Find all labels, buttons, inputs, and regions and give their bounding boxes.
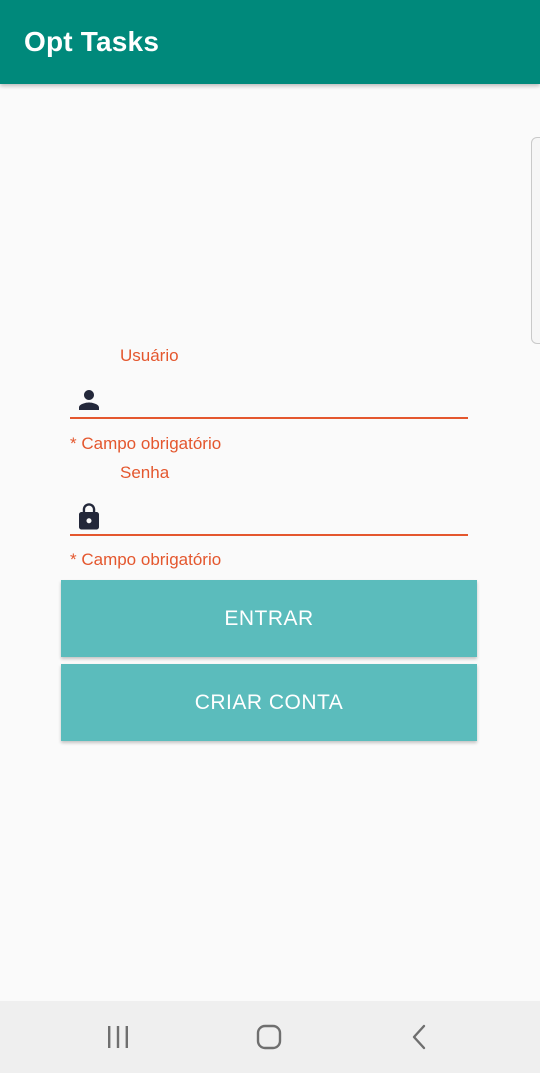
recents-button[interactable] <box>96 1017 140 1057</box>
back-icon <box>412 1024 426 1050</box>
lock-icon <box>79 503 99 530</box>
app-bar: Opt Tasks <box>0 0 540 84</box>
password-field: Senha <box>70 463 468 538</box>
create-account-button[interactable]: CRIAR CONTA <box>61 664 477 741</box>
username-helper-text: * Campo obrigatório <box>70 434 222 453</box>
person-icon <box>79 390 99 410</box>
username-input-row[interactable] <box>70 383 468 419</box>
login-button[interactable]: ENTRAR <box>61 580 477 657</box>
home-icon <box>256 1024 282 1050</box>
app-title: Opt Tasks <box>24 26 160 57</box>
username-label: Usuário <box>120 346 179 365</box>
password-label: Senha <box>120 463 170 482</box>
password-helper-text: * Campo obrigatório <box>70 550 222 569</box>
recents-icon <box>108 1026 128 1048</box>
password-input-row[interactable] <box>70 500 468 536</box>
system-nav-bar <box>0 1001 540 1073</box>
username-input[interactable] <box>114 385 464 415</box>
home-button[interactable] <box>247 1017 291 1057</box>
back-button[interactable] <box>398 1017 442 1057</box>
password-input[interactable] <box>114 502 464 532</box>
edge-panel-handle[interactable] <box>531 137 540 344</box>
username-field: Usuário <box>70 346 468 421</box>
